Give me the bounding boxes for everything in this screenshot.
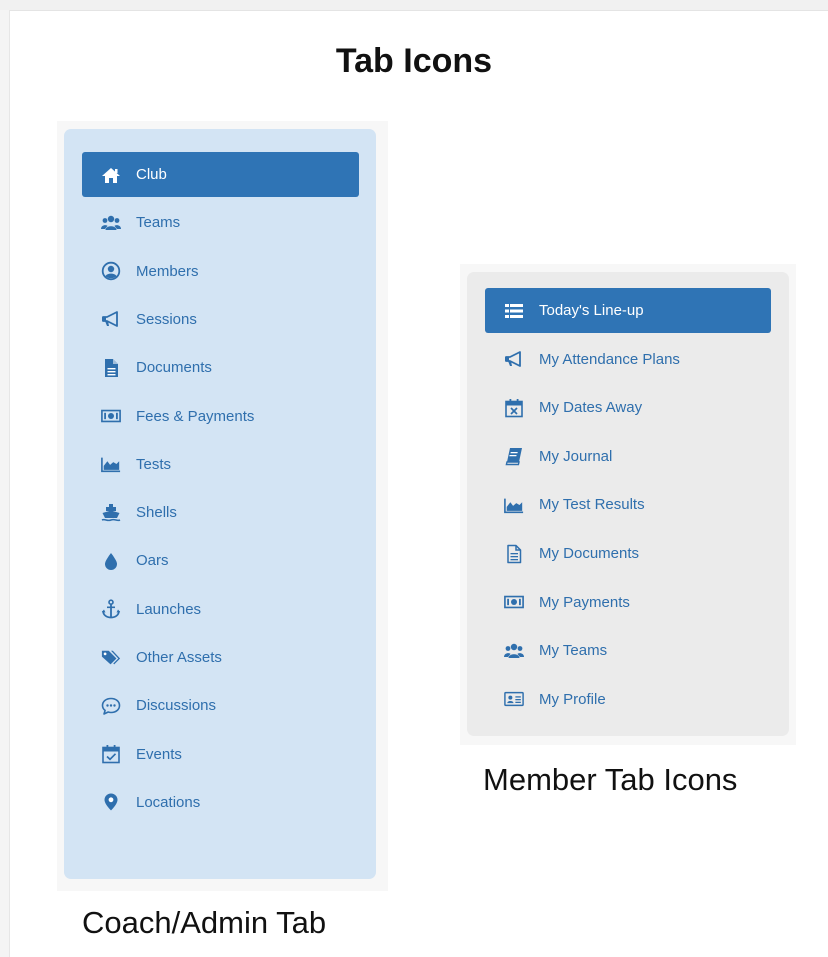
nav-item-label: Events [136, 745, 182, 763]
nav-item-today-s-line-up[interactable]: Today's Line-up [485, 288, 771, 333]
nav-item-label: Locations [136, 793, 201, 811]
nav-item-label: Fees & Payments [136, 407, 255, 425]
nav-item-label: My Dates Away [539, 399, 643, 417]
list-icon [503, 300, 525, 322]
nav-item-label: My Profile [539, 690, 606, 708]
nav-item-documents[interactable]: Documents [82, 345, 359, 390]
nav-item-tests[interactable]: Tests [82, 442, 359, 487]
member-panel-caption: Member Tab Icons [483, 762, 738, 797]
nav-item-my-documents[interactable]: My Documents [485, 531, 771, 576]
nav-item-label: Teams [136, 214, 181, 232]
nav-item-members[interactable]: Members [82, 249, 359, 294]
nav-item-teams[interactable]: Teams [82, 200, 359, 245]
area-chart-icon [503, 494, 525, 516]
area-chart-icon [100, 453, 122, 475]
nav-item-label: Today's Line-up [539, 302, 644, 319]
page-title: Tab Icons [335, 42, 493, 80]
money-icon [100, 405, 122, 427]
megaphone-icon [503, 348, 525, 370]
nav-item-my-attendance-plans[interactable]: My Attendance Plans [485, 337, 771, 382]
nav-item-events[interactable]: Events [82, 732, 359, 777]
nav-item-other-assets[interactable]: Other Assets [82, 635, 359, 680]
nav-item-label: My Test Results [539, 496, 645, 514]
home-icon [100, 164, 122, 186]
nav-item-locations[interactable]: Locations [82, 780, 359, 825]
nav-item-label: Documents [136, 359, 212, 377]
money-icon [503, 591, 525, 613]
comment-icon [100, 695, 122, 717]
nav-item-label: Oars [136, 552, 169, 570]
nav-item-oars[interactable]: Oars [82, 538, 359, 583]
anchor-icon [100, 598, 122, 620]
megaphone-icon [100, 308, 122, 330]
nav-item-label: Launches [136, 600, 202, 618]
id-card-icon [503, 688, 525, 710]
nav-item-launches[interactable]: Launches [82, 587, 359, 632]
calendar-check-icon [100, 743, 122, 765]
calendar-times-icon [503, 397, 525, 419]
nav-item-label: Shells [136, 504, 177, 522]
drop-icon [100, 550, 122, 572]
map-marker-icon [100, 791, 122, 813]
book-icon [503, 445, 525, 467]
nav-item-my-dates-away[interactable]: My Dates Away [485, 385, 771, 430]
nav-item-label: My Journal [539, 447, 613, 465]
window-top-bar [0, 0, 828, 11]
nav-item-label: My Documents [539, 545, 640, 562]
nav-item-my-teams[interactable]: My Teams [485, 628, 771, 673]
nav-item-label: My Attendance Plans [539, 350, 680, 368]
nav-item-my-profile[interactable]: My Profile [485, 677, 771, 722]
file-icon [100, 357, 122, 379]
nav-item-label: My Teams [539, 642, 608, 660]
nav-item-shells[interactable]: Shells [82, 490, 359, 535]
nav-item-discussions[interactable]: Discussions [82, 683, 359, 728]
nav-item-label: Tests [136, 455, 172, 473]
nav-item-club[interactable]: Club [82, 152, 359, 197]
nav-item-label: Sessions [136, 310, 197, 328]
nav-item-label: Other Assets [136, 649, 222, 666]
nav-item-label: Discussions [136, 697, 217, 715]
users-icon [100, 212, 122, 234]
user-circle-icon [100, 260, 122, 282]
nav-item-sessions[interactable]: Sessions [82, 297, 359, 342]
ship-icon [100, 502, 122, 524]
file-text-icon [503, 543, 525, 565]
nav-item-label: Club [136, 166, 167, 183]
nav-item-my-test-results[interactable]: My Test Results [485, 482, 771, 527]
nav-item-my-journal[interactable]: My Journal [485, 434, 771, 479]
nav-item-fees-and-payments[interactable]: Fees & Payments [82, 394, 359, 439]
nav-item-label: My Payments [539, 593, 630, 611]
tags-icon [100, 647, 122, 669]
nav-item-label: Members [136, 262, 199, 280]
nav-item-my-payments[interactable]: My Payments [485, 580, 771, 625]
users-icon [503, 640, 525, 662]
coach-panel-caption: Coach/Admin Tab [82, 905, 327, 940]
window-left-edge [0, 10, 10, 957]
